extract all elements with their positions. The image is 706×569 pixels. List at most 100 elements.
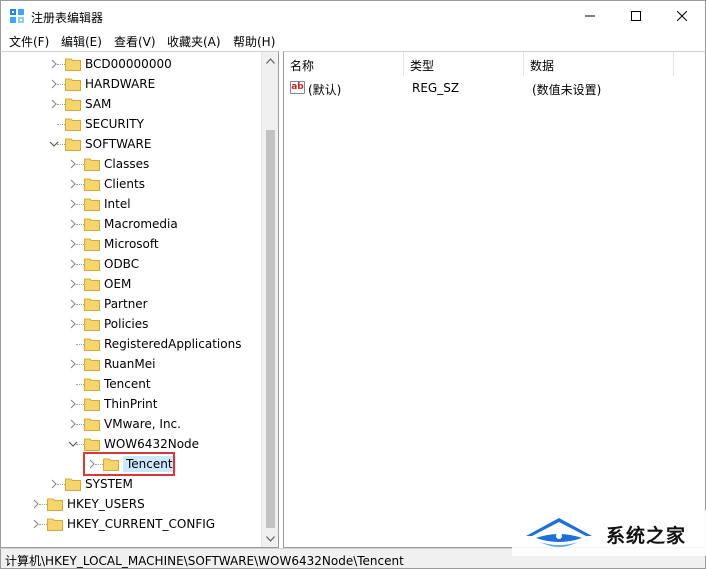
folder-icon <box>84 198 100 211</box>
tree-connector-line <box>76 424 84 425</box>
tree-item[interactable]: SAM <box>1 94 261 114</box>
folder-icon <box>47 518 63 531</box>
tree-item[interactable]: WOW6432Node <box>1 434 261 454</box>
folder-icon <box>84 238 100 251</box>
scroll-up-arrow[interactable] <box>262 52 278 69</box>
tree-connector-line <box>76 304 84 305</box>
tree-item[interactable]: HARDWARE <box>1 74 261 94</box>
watermark-logo: 系统之家 <box>512 510 706 556</box>
tree-item[interactable]: SYSTEM <box>1 474 261 494</box>
tree-connector-line <box>57 84 65 85</box>
value-row[interactable]: ab (默认) REG_SZ (数值未设置) <box>284 78 704 98</box>
tree-item-label: Tencent <box>104 377 151 391</box>
tree-item-label: HKEY_CURRENT_CONFIG <box>67 517 216 531</box>
tree-connector-line <box>76 204 84 205</box>
tree-connector-line <box>57 124 65 125</box>
tree-item[interactable]: VMware, Inc. <box>1 414 261 434</box>
tree-item-label: Intel <box>104 197 131 211</box>
folder-icon <box>84 438 100 451</box>
column-header-name[interactable]: 名称 <box>284 52 404 76</box>
key-tree-pane[interactable]: BCD00000000 HARDWARE SAM SECURITY SOFTWARE Cl… <box>0 51 279 548</box>
tree-item-label: HARDWARE <box>85 77 156 91</box>
tree-item[interactable]: Microsoft <box>1 234 261 254</box>
folder-icon <box>84 258 100 271</box>
tree-item[interactable]: SECURITY <box>1 114 261 134</box>
tree-item-label: Microsoft <box>104 237 159 251</box>
tree-vertical-scrollbar[interactable] <box>261 52 278 547</box>
tree-connector-line <box>76 244 84 245</box>
tree-item[interactable]: Partner <box>1 294 261 314</box>
menu-help[interactable]: 帮助(H) <box>233 33 275 50</box>
values-list-pane[interactable]: 名称 类型 数据 ab (默认) REG_SZ (数值未设置) <box>283 51 706 548</box>
tree-item[interactable]: RegisteredApplications <box>1 334 261 354</box>
regedit-app-icon <box>10 9 24 23</box>
status-path: 计算机\HKEY_LOCAL_MACHINE\SOFTWARE\WOW6432N… <box>5 554 404 568</box>
tree-item-label: Policies <box>104 317 149 331</box>
menu-file[interactable]: 文件(F) <box>9 33 49 50</box>
tree-connector-line <box>39 524 47 525</box>
tree-item-label: RegisteredApplications <box>104 337 242 351</box>
tree-item-label: HKEY_USERS <box>67 497 145 511</box>
folder-icon <box>84 378 100 391</box>
folder-icon <box>65 78 81 91</box>
tree-item[interactable]: HKEY_USERS <box>1 494 261 514</box>
value-type: REG_SZ <box>412 81 460 95</box>
tree-connector-line <box>76 284 84 285</box>
tree-item[interactable]: Intel <box>1 194 261 214</box>
tree-item[interactable]: Macromedia <box>1 214 261 234</box>
folder-icon <box>65 478 81 491</box>
tree-connector-line <box>57 144 65 145</box>
tree-item[interactable]: SOFTWARE <box>1 134 261 154</box>
tree-item[interactable]: Clients <box>1 174 261 194</box>
folder-icon <box>84 298 100 311</box>
tree-connector-line <box>76 184 84 185</box>
folder-icon <box>65 118 81 131</box>
tree-item-label: ThinPrint <box>104 397 158 411</box>
tree-connector-line <box>76 384 84 385</box>
tree-connector-line <box>76 444 84 445</box>
menu-view[interactable]: 查看(V) <box>114 33 156 50</box>
tree-item-label: WOW6432Node <box>104 437 200 451</box>
tree-item-label: SECURITY <box>85 117 144 131</box>
tree-item[interactable]: ThinPrint <box>1 394 261 414</box>
folder-icon <box>84 358 100 371</box>
tree-item[interactable]: Tencent <box>1 374 261 394</box>
tree-item-label: Classes <box>104 157 150 171</box>
tree-item[interactable]: BCD00000000 <box>1 54 261 74</box>
folder-icon <box>84 398 100 411</box>
minimize-button[interactable] <box>567 1 613 31</box>
column-header-type[interactable]: 类型 <box>404 52 524 76</box>
folder-icon <box>65 58 81 71</box>
maximize-button[interactable] <box>613 1 659 31</box>
minimize-icon <box>585 15 595 17</box>
tree-item[interactable]: ODBC <box>1 254 261 274</box>
tree-item-label: OEM <box>104 277 132 291</box>
tree-item-label: VMware, Inc. <box>104 417 181 431</box>
menu-favorites[interactable]: 收藏夹(A) <box>167 33 221 50</box>
tree-item[interactable]: Classes <box>1 154 261 174</box>
tree-item[interactable]: RuanMei <box>1 354 261 374</box>
folder-icon <box>84 218 100 231</box>
folder-icon <box>65 98 81 111</box>
tree-item[interactable]: Policies <box>1 314 261 334</box>
string-value-icon: ab <box>290 81 305 94</box>
close-button[interactable] <box>659 1 705 31</box>
tree-connector-line <box>39 504 47 505</box>
scroll-thumb[interactable] <box>266 130 275 528</box>
scroll-down-arrow[interactable] <box>262 530 278 547</box>
column-header-label: 名称 <box>290 59 315 73</box>
watermark-house-icon <box>526 518 592 547</box>
tree-connector-line <box>76 264 84 265</box>
title-bar: 注册表编辑器 <box>0 0 706 31</box>
folder-icon <box>65 138 81 151</box>
tree-item-label: Partner <box>104 297 148 311</box>
folder-icon <box>47 498 63 511</box>
tree-connector-line <box>76 224 84 225</box>
value-name: (默认) <box>308 83 342 97</box>
tree-item-label: SOFTWARE <box>85 137 152 151</box>
column-header-data[interactable]: 数据 <box>524 52 674 76</box>
tree-item[interactable]: OEM <box>1 274 261 294</box>
tree-item-label: RuanMei <box>104 357 156 371</box>
tree-item[interactable]: HKEY_CURRENT_CONFIG <box>1 514 261 534</box>
menu-edit[interactable]: 编辑(E) <box>61 33 102 50</box>
